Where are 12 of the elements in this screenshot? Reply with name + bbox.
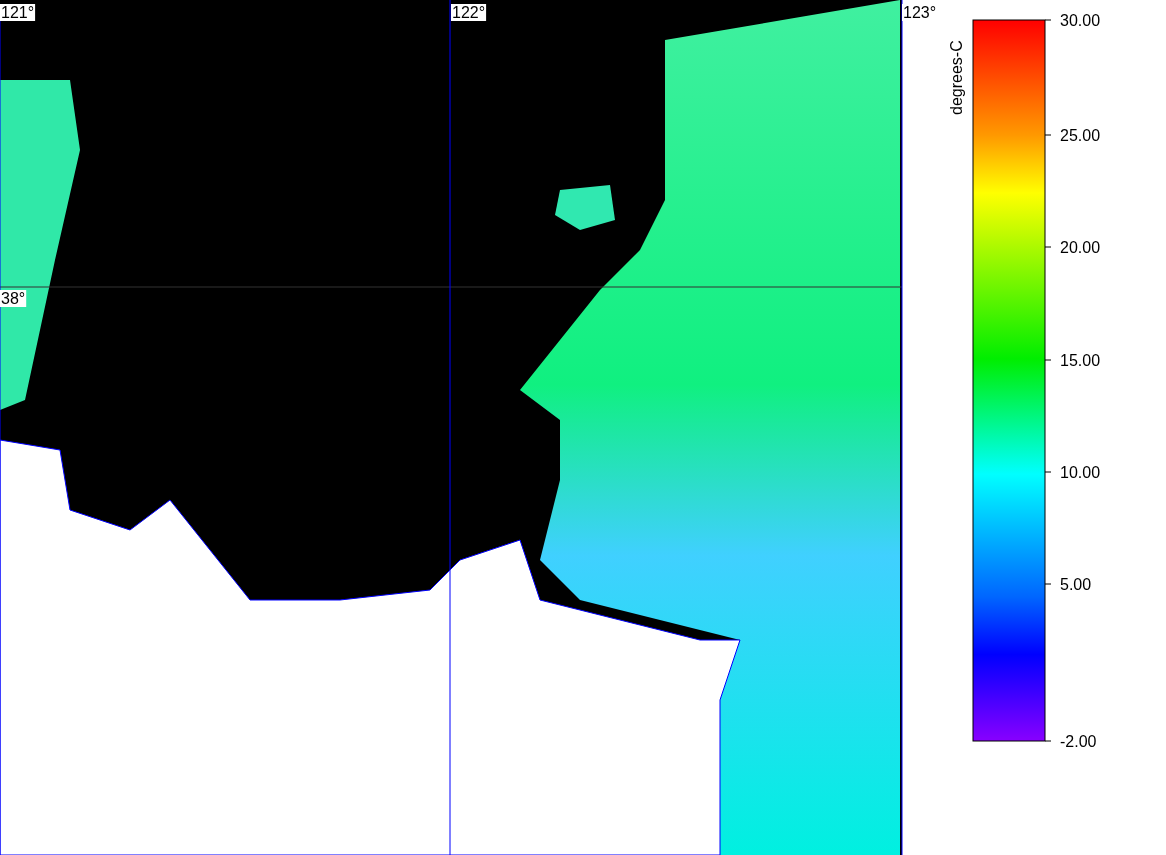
- latitude-label: 38°: [1, 290, 26, 307]
- longitude-label: 121°: [1, 4, 35, 21]
- scale-tick-label: 25.00: [1060, 127, 1101, 144]
- scale-tick-label: -2.00: [1060, 733, 1097, 750]
- longitude-label: 123°: [903, 4, 937, 21]
- longitude-label: 122°: [452, 4, 486, 21]
- scale-tick-label: 15.00: [1060, 352, 1101, 369]
- scale-unit-label: degrees-C: [948, 40, 965, 115]
- scale-tick-label: 30.00: [1060, 12, 1101, 29]
- scale-tick-label: 5.00: [1060, 576, 1092, 593]
- scale-tick-label: 20.00: [1060, 239, 1101, 256]
- scale-tick-label: 10.00: [1060, 464, 1101, 481]
